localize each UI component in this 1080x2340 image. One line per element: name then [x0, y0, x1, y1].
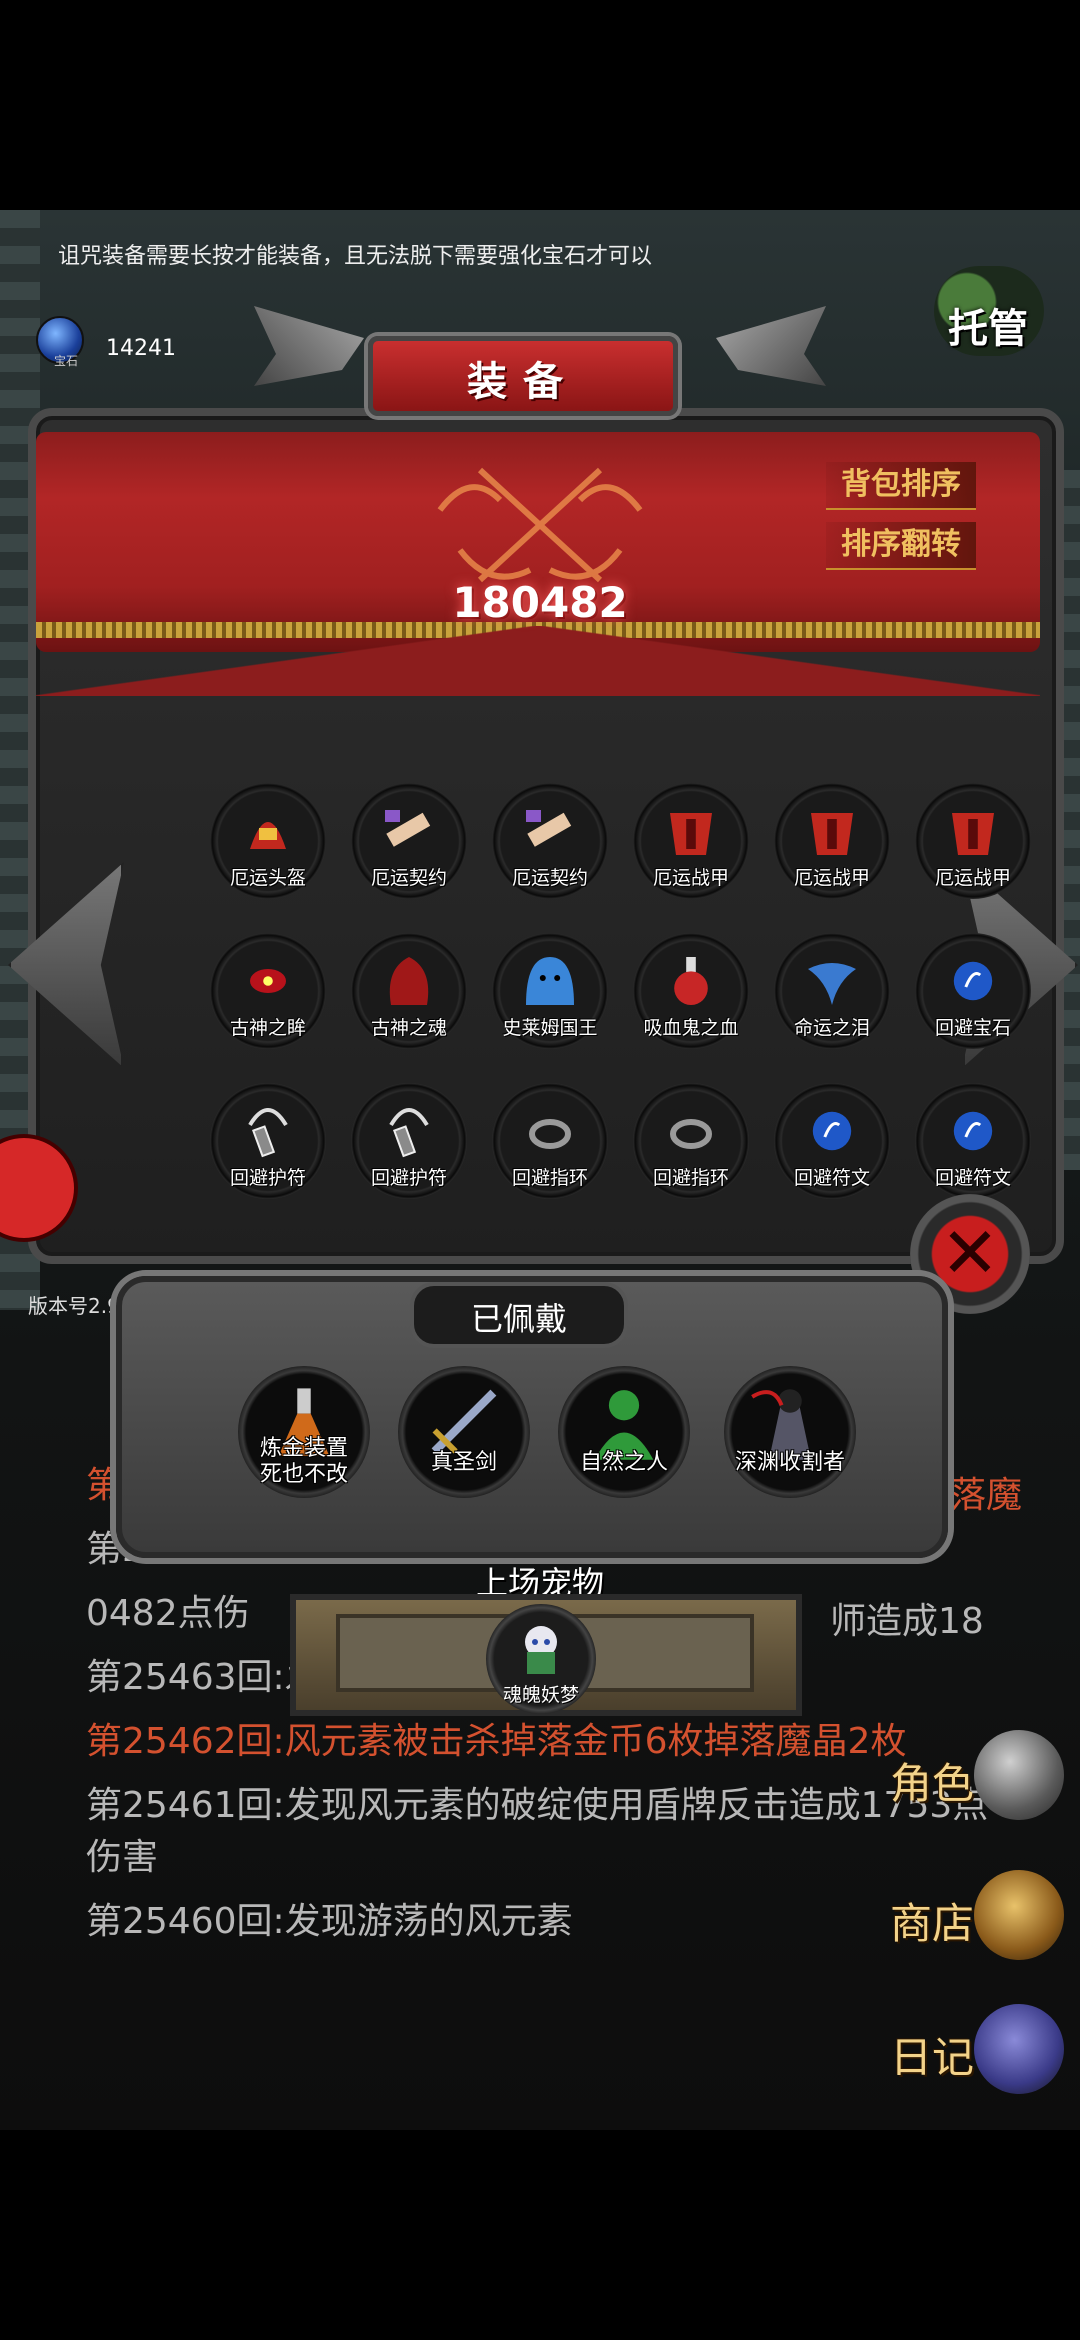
inventory-slot[interactable]: 古神之魂 — [351, 933, 467, 1049]
potion-icon — [661, 951, 721, 1011]
equipped-slot[interactable]: 自然之人 — [558, 1366, 690, 1498]
equipped-title: 已佩戴 — [470, 1300, 567, 1338]
knight-helmet-icon — [974, 1730, 1064, 1820]
inventory-slot[interactable]: 回避护符 — [351, 1083, 467, 1199]
slime-icon — [520, 951, 580, 1011]
contract-icon — [520, 801, 580, 861]
equipped-item-name: 真圣剑 — [430, 1450, 497, 1475]
page-title: 装备 — [467, 359, 579, 405]
armor-icon — [661, 801, 721, 861]
ring-icon — [661, 1101, 721, 1161]
log-partial-right: 落魔 — [950, 1475, 1023, 1516]
item-name: 回避护符 — [370, 1167, 447, 1189]
inventory-slot[interactable]: 厄运战甲 — [915, 783, 1031, 899]
item-name: 回避护符 — [229, 1167, 306, 1189]
item-name: 厄运契约 — [370, 867, 447, 889]
equipped-item-name: 自然之人 — [579, 1450, 668, 1475]
item-name: 厄运契约 — [511, 867, 588, 889]
auto-play-button[interactable]: 托管 — [934, 266, 1044, 356]
item-name: 厄运战甲 — [934, 867, 1011, 889]
sort-bag-button[interactable]: 背包排序 — [826, 462, 976, 510]
diary-label: 日记 — [890, 2033, 975, 2082]
equipped-item-name: 炼金装置 死也不改 — [259, 1436, 348, 1487]
character-label: 角色 — [890, 1759, 975, 1808]
equipped-slot[interactable]: 深渊收割者 — [724, 1366, 856, 1498]
inventory-slot[interactable]: 回避指环 — [492, 1083, 608, 1199]
youmu-icon — [525, 1626, 557, 1674]
character-menu-button[interactable]: 角色 — [890, 1730, 1080, 1820]
reverse-sort-button[interactable]: 排序翻转 — [826, 522, 976, 570]
item-name: 吸血鬼之血 — [643, 1017, 739, 1039]
inventory-slot[interactable]: 回避宝石 — [915, 933, 1031, 1049]
item-name: 回避符文 — [793, 1167, 870, 1189]
eye-icon — [238, 951, 298, 1011]
log-entry: 第25460回:发现游荡的风元素 — [86, 1901, 573, 1942]
gem-count: 14241 — [106, 336, 176, 361]
beer-mug-icon — [974, 1870, 1064, 1960]
log-partial-right: 师造成18 — [830, 1601, 984, 1642]
inventory-slot[interactable]: 命运之泪 — [774, 933, 890, 1049]
equipped-slot[interactable]: 真圣剑 — [398, 1366, 530, 1498]
item-name: 古神之眸 — [229, 1017, 306, 1039]
log-entry: 第25461回:发现风元素的破绽使用盾牌反击造成1753点伤害 — [86, 1785, 989, 1878]
item-name: 厄运头盔 — [229, 867, 306, 889]
inventory-slot[interactable]: 厄运契约 — [492, 783, 608, 899]
orb-icon — [802, 1101, 862, 1161]
tear-icon — [802, 951, 862, 1011]
inventory-slot[interactable]: 厄运战甲 — [774, 783, 890, 899]
item-name: 厄运战甲 — [652, 867, 729, 889]
gem-counter: 宝石 14241 — [36, 316, 196, 368]
equipped-item-name: 深渊收割者 — [734, 1450, 845, 1475]
helmet-icon — [238, 801, 298, 861]
equipped-title-plate: 已佩戴 — [410, 1282, 628, 1348]
shop-menu-button[interactable]: 商店 — [890, 1870, 1080, 1960]
amulet-icon — [238, 1101, 298, 1161]
banner-point — [36, 626, 1040, 696]
orb-icon — [943, 1101, 1003, 1161]
item-name: 回避指环 — [511, 1167, 588, 1189]
inventory-slot[interactable]: 吸血鬼之血 — [633, 933, 749, 1049]
ring-icon — [520, 1101, 580, 1161]
pet-slot[interactable]: 魂魄妖梦 — [486, 1604, 596, 1714]
inventory-slot[interactable]: 回避符文 — [774, 1083, 890, 1199]
gem-label: 宝石 — [54, 354, 79, 368]
item-name: 回避宝石 — [934, 1017, 1011, 1039]
auto-play-label: 托管 — [948, 306, 1028, 352]
soul-icon — [379, 951, 439, 1011]
journal-book-icon — [974, 2004, 1064, 2094]
inventory-slot[interactable]: 回避护符 — [210, 1083, 326, 1199]
item-name: 厄运战甲 — [793, 867, 870, 889]
notice-text: 诅咒装备需要长按才能装备，且无法脱下需要强化宝石才可以 — [58, 244, 653, 269]
item-name: 命运之泪 — [793, 1017, 870, 1039]
inventory-slot[interactable]: 回避符文 — [915, 1083, 1031, 1199]
item-name: 回避符文 — [934, 1167, 1011, 1189]
title-plate: 装备 — [368, 336, 678, 416]
log-entry: 第25462回:风元素被击杀掉落金币6枚掉落魔晶2枚 — [86, 1721, 907, 1762]
diary-menu-button[interactable]: 日记 — [890, 2004, 1080, 2094]
pet-name: 魂魄妖梦 — [502, 1684, 579, 1706]
inventory-slot[interactable]: 厄运战甲 — [633, 783, 749, 899]
contract-icon — [379, 801, 439, 861]
orb-icon — [943, 951, 1003, 1011]
equipped-slot[interactable]: 炼金装置 死也不改 — [238, 1366, 370, 1498]
item-name: 古神之魂 — [370, 1017, 447, 1039]
armor-icon — [943, 801, 1003, 861]
amulet-icon — [379, 1101, 439, 1161]
item-name: 回避指环 — [652, 1167, 729, 1189]
inventory-slot[interactable]: 厄运头盔 — [210, 783, 326, 899]
inventory-slot[interactable]: 回避指环 — [633, 1083, 749, 1199]
shop-label: 商店 — [890, 1899, 975, 1948]
combat-power: 180482 — [452, 578, 628, 627]
inventory-slot[interactable]: 史莱姆国王 — [492, 933, 608, 1049]
item-name: 史莱姆国王 — [502, 1017, 598, 1039]
inventory-slot[interactable]: 古神之眸 — [210, 933, 326, 1049]
inventory-slot[interactable]: 厄运契约 — [351, 783, 467, 899]
armor-icon — [802, 801, 862, 861]
